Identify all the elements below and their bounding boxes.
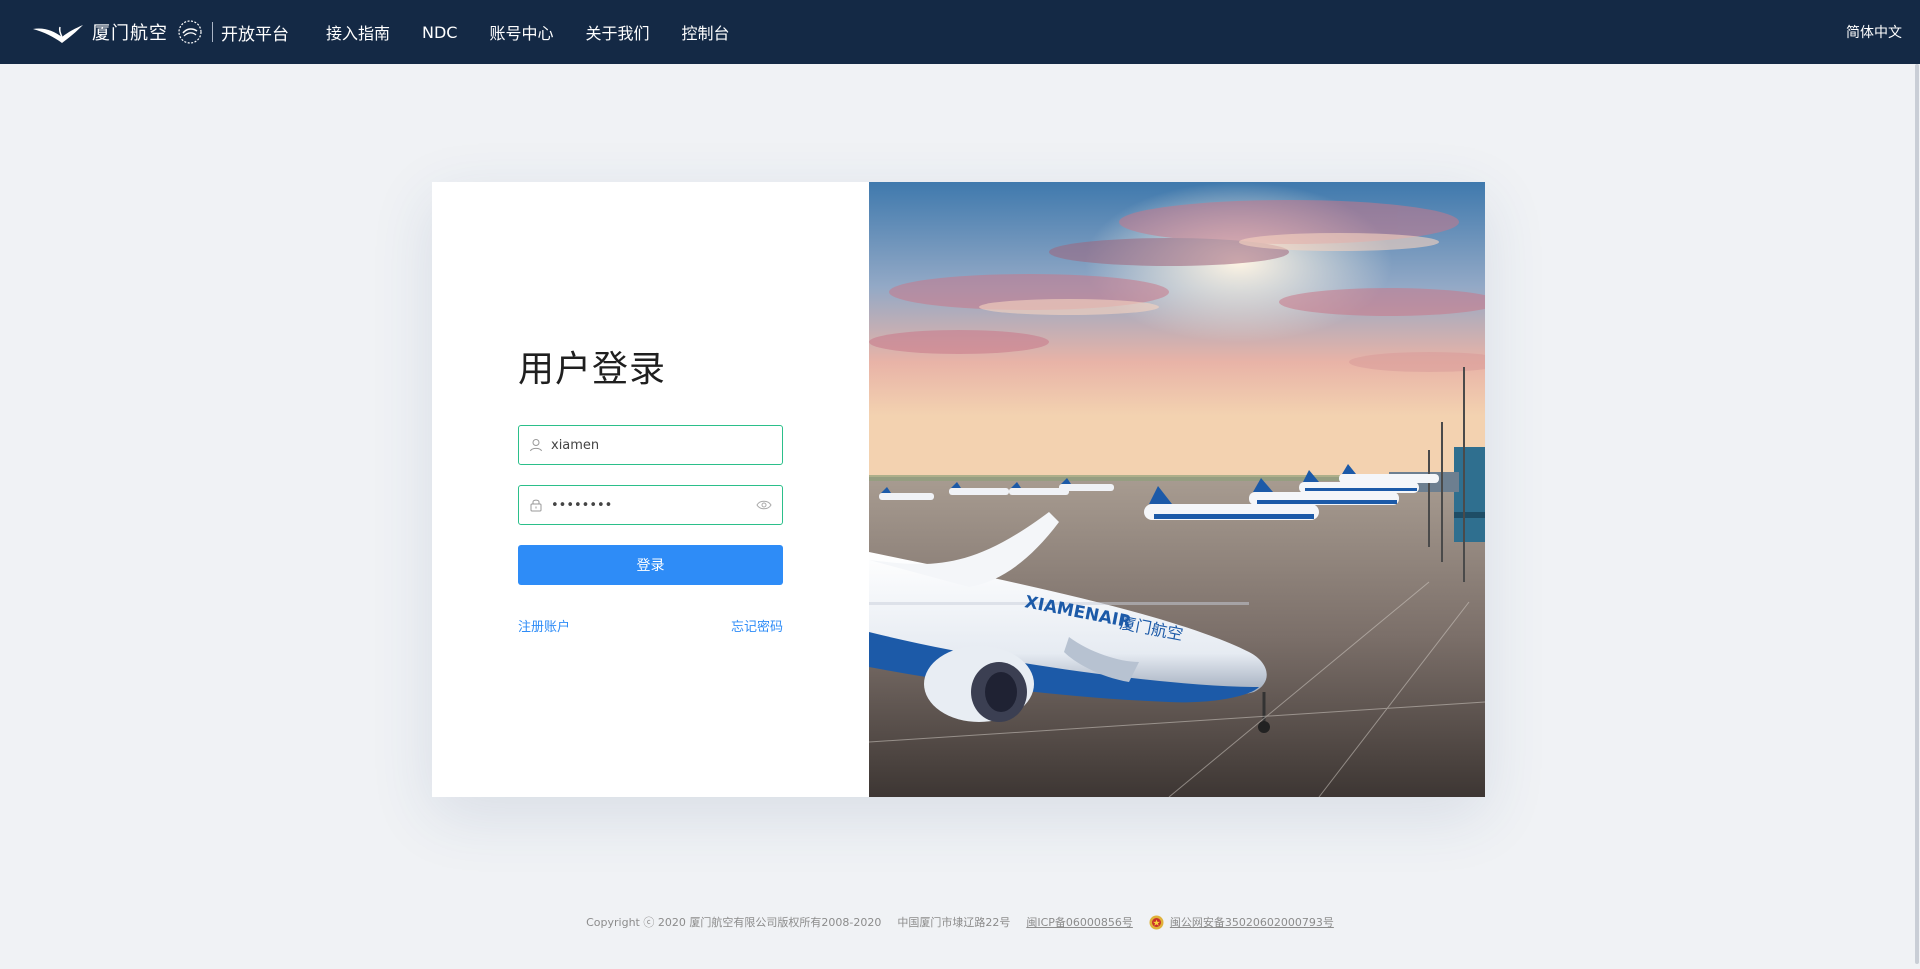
username-field[interactable]: [518, 425, 783, 465]
lock-icon: [530, 499, 542, 512]
top-navigation-bar: 厦门航空 开放平台 接入指南 NDC 账号中心 关于我们 控制台 简体中文: [0, 0, 1920, 64]
login-button[interactable]: 登录: [518, 545, 783, 585]
scrollbar-thumb[interactable]: [1915, 64, 1919, 964]
airport-apron-illustration: XIAMENAIR 厦门航空: [869, 182, 1485, 797]
footer-icp-link[interactable]: 闽ICP备06000856号: [1026, 914, 1133, 930]
footer-police-link[interactable]: 闽公网安备35020602000793号: [1170, 914, 1334, 930]
login-title: 用户登录: [518, 349, 667, 390]
language-switcher[interactable]: 简体中文: [1846, 0, 1902, 64]
user-icon: [530, 439, 542, 452]
police-badge-icon: [1149, 915, 1164, 929]
footer-address: 中国厦门市埭辽路22号: [897, 916, 1011, 929]
brand-logo[interactable]: 厦门航空 开放平台: [32, 14, 289, 50]
password-field[interactable]: [518, 485, 783, 525]
nav-item-about-us[interactable]: 关于我们: [586, 20, 650, 44]
footer-copyright: Copyright ⓒ 2020 厦门航空有限公司版权所有2008-2020: [586, 916, 882, 929]
username-input[interactable]: [551, 437, 772, 453]
login-form-panel: 用户登录 登录 注册账户 忘记密码: [432, 182, 869, 797]
brand-platform-label: 开放平台: [221, 24, 289, 45]
egret-logo-icon: [33, 25, 83, 43]
eye-icon[interactable]: [756, 499, 772, 511]
register-link[interactable]: 注册账户: [518, 616, 570, 635]
emblem-icon: [178, 20, 202, 44]
nav-item-account-center[interactable]: 账号中心: [489, 20, 553, 44]
hero-image: XIAMENAIR 厦门航空: [869, 182, 1485, 797]
brand-divider: [212, 22, 213, 42]
brand-name: 厦门航空: [92, 23, 168, 44]
forgot-password-link[interactable]: 忘记密码: [731, 616, 783, 635]
nav-item-console[interactable]: 控制台: [682, 20, 730, 44]
nav-item-access-guide[interactable]: 接入指南: [326, 20, 390, 44]
password-input[interactable]: [551, 497, 756, 513]
login-card: 用户登录 登录 注册账户 忘记密码: [432, 182, 1485, 797]
footer: Copyright ⓒ 2020 厦门航空有限公司版权所有2008-2020 中…: [0, 912, 1920, 932]
nav-item-ndc[interactable]: NDC: [422, 23, 457, 42]
main-nav: 接入指南 NDC 账号中心 关于我们 控制台: [326, 0, 762, 64]
